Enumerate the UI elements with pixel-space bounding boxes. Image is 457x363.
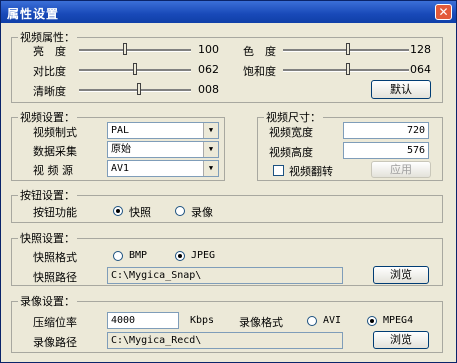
record-browse-button[interactable]: 浏览 bbox=[373, 331, 429, 349]
bitrate-input[interactable]: 4000 bbox=[107, 312, 179, 329]
snapshot-path-field[interactable]: C:\Mygica_Snap\ bbox=[107, 267, 343, 284]
saturation-value: 064 bbox=[410, 63, 431, 76]
data-capture-value: 原始 bbox=[111, 144, 131, 155]
contrast-label: 对比度 bbox=[33, 65, 66, 78]
snapshot-radio-label: 快照 bbox=[129, 206, 151, 219]
button-settings-legend: 按钮设置： bbox=[20, 189, 75, 202]
hue-label: 色 度 bbox=[243, 45, 276, 58]
video-width-label: 视频宽度 bbox=[269, 126, 313, 139]
data-capture-label: 数据采集 bbox=[33, 145, 77, 158]
avi-radio[interactable] bbox=[307, 316, 317, 326]
close-button[interactable]: ✕ bbox=[435, 4, 452, 20]
video-size-legend: 视频尺寸： bbox=[266, 111, 321, 124]
contrast-value: 062 bbox=[198, 63, 219, 76]
snapshot-radio[interactable] bbox=[113, 206, 123, 216]
sharpness-value: 008 bbox=[198, 83, 219, 96]
chevron-down-icon[interactable]: ▼ bbox=[203, 142, 218, 157]
video-source-value: AV1 bbox=[111, 163, 130, 174]
bmp-radio[interactable] bbox=[113, 251, 123, 261]
default-button[interactable]: 默认 bbox=[371, 80, 431, 99]
video-source-select[interactable]: AV1 ▼ bbox=[107, 160, 219, 177]
mpeg4-radio[interactable] bbox=[367, 316, 377, 326]
record-radio[interactable] bbox=[175, 206, 185, 216]
record-radio-label: 录像 bbox=[191, 206, 213, 219]
video-height-input[interactable]: 576 bbox=[343, 142, 429, 159]
hue-slider[interactable] bbox=[283, 43, 409, 55]
bitrate-label: 压缩位率 bbox=[33, 316, 77, 329]
video-source-label: 视 频 源 bbox=[33, 164, 73, 177]
video-flip-label: 视频翻转 bbox=[289, 165, 333, 178]
mpeg4-radio-label: MPEG4 bbox=[383, 315, 414, 326]
hue-value: 128 bbox=[410, 43, 431, 56]
bmp-radio-label: BMP bbox=[129, 250, 148, 261]
video-format-value: PAL bbox=[111, 125, 130, 136]
video-height-label: 视频高度 bbox=[269, 146, 313, 159]
hue-thumb[interactable] bbox=[346, 43, 350, 55]
snapshot-browse-button[interactable]: 浏览 bbox=[373, 266, 429, 284]
snapshot-settings-legend: 快照设置： bbox=[20, 232, 75, 245]
chevron-down-icon[interactable]: ▼ bbox=[203, 123, 218, 138]
snapshot-format-label: 快照格式 bbox=[33, 251, 77, 264]
window-title: 属性设置 bbox=[7, 7, 60, 21]
video-width-input[interactable]: 720 bbox=[343, 122, 429, 139]
record-format-label: 录像格式 bbox=[239, 316, 283, 329]
data-capture-select[interactable]: 原始 ▼ bbox=[107, 141, 219, 158]
sharpness-slider[interactable] bbox=[79, 83, 191, 95]
close-icon: ✕ bbox=[438, 5, 449, 19]
contrast-slider[interactable] bbox=[79, 63, 191, 75]
record-path-label: 录像路径 bbox=[33, 336, 77, 349]
contrast-thumb[interactable] bbox=[133, 63, 137, 75]
chevron-down-icon[interactable]: ▼ bbox=[203, 161, 218, 176]
saturation-slider[interactable] bbox=[283, 63, 409, 75]
record-path-field[interactable]: C:\Mygica_Recd\ bbox=[107, 332, 343, 349]
bitrate-unit: Kbps bbox=[190, 315, 215, 326]
video-flip-checkbox[interactable] bbox=[273, 165, 284, 176]
apply-button[interactable]: 应用 bbox=[371, 161, 431, 178]
saturation-label: 饱和度 bbox=[243, 65, 276, 78]
brightness-slider[interactable] bbox=[79, 43, 191, 55]
record-settings-legend: 录像设置： bbox=[20, 295, 75, 308]
jpeg-radio[interactable] bbox=[175, 251, 185, 261]
snapshot-path-label: 快照路径 bbox=[33, 271, 77, 284]
video-format-select[interactable]: PAL ▼ bbox=[107, 122, 219, 139]
avi-radio-label: AVI bbox=[323, 315, 342, 326]
brightness-value: 100 bbox=[198, 43, 219, 56]
brightness-label: 亮 度 bbox=[33, 45, 66, 58]
video-settings-legend: 视频设置： bbox=[20, 111, 75, 124]
sharpness-label: 清晰度 bbox=[33, 85, 66, 98]
properties-dialog: 属性设置 ✕ 视频属性： 亮 度 100 色 度 128 对比度 062 饱和度… bbox=[0, 0, 457, 363]
video-format-label: 视频制式 bbox=[33, 126, 77, 139]
brightness-thumb[interactable] bbox=[123, 43, 127, 55]
sharpness-thumb[interactable] bbox=[137, 83, 141, 95]
saturation-thumb[interactable] bbox=[346, 63, 350, 75]
button-function-label: 按钮功能 bbox=[33, 206, 77, 219]
title-bar[interactable]: 属性设置 ✕ bbox=[1, 1, 456, 23]
jpeg-radio-label: JPEG bbox=[191, 250, 216, 261]
